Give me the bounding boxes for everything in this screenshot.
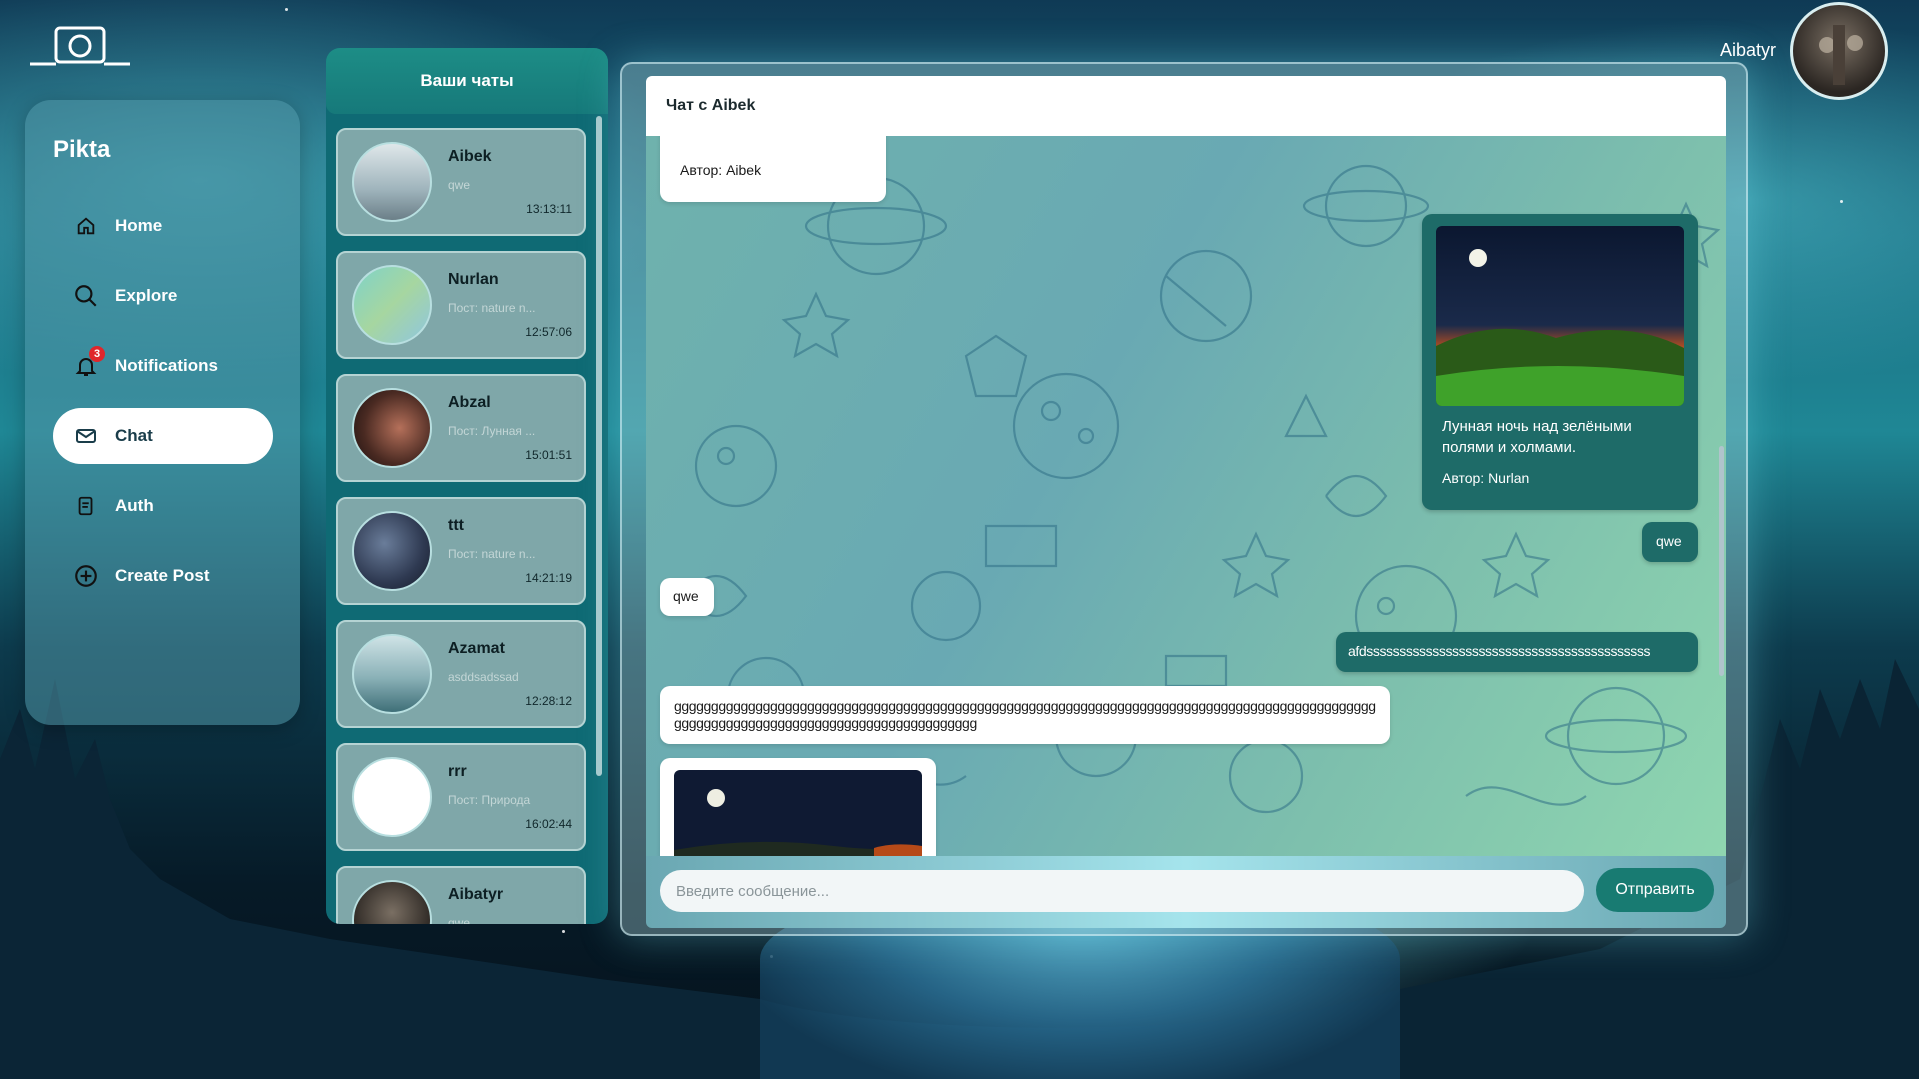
chat-time: 13:13:11 (526, 202, 572, 216)
chat-list-scrollbar[interactable] (596, 116, 602, 776)
chat-name: ttt (448, 517, 464, 534)
send-button[interactable]: Отправить (1596, 868, 1714, 912)
sidebar-item-label: Auth (115, 496, 154, 515)
sidebar-item-label: Explore (115, 286, 178, 305)
sidebar-item-explore[interactable]: Explore (53, 268, 273, 324)
chat-time: 16:02:44 (525, 817, 572, 831)
sidebar-item-label: Notifications (115, 356, 218, 375)
avatar (352, 511, 432, 591)
chat-name: Azamat (448, 640, 505, 657)
sidebar-item-label: Chat (115, 426, 153, 445)
message-input[interactable] (660, 870, 1584, 912)
sidebar-item-chat[interactable]: Chat (53, 408, 273, 464)
chat-list-item-azamat[interactable]: Azamat asddsadssad 12:28:12 (336, 620, 586, 728)
message-incoming-post[interactable] (660, 758, 936, 856)
camera-logo-icon[interactable] (28, 26, 132, 70)
document-icon (73, 493, 99, 519)
chat-name: rrr (448, 763, 467, 780)
chat-preview: Пост: nature n... (448, 547, 536, 561)
post-caption: Лунная ночь над зелёными полями и холмам… (1442, 418, 1632, 456)
sidebar-nav: Home Explore 3 Notifications Chat Auth C… (53, 198, 273, 618)
chat-window: Чат с Aibek Автор: Aibek Лунная ночь над… (620, 62, 1748, 936)
message-incoming[interactable]: gggggggggggggggggggggggggggggggggggggggg… (660, 686, 1390, 744)
message-outgoing[interactable]: qwe (1642, 522, 1698, 562)
chat-time: 14:21:19 (525, 571, 572, 585)
sidebar-item-label: Home (115, 216, 163, 235)
chat-preview: asddsadssad (448, 670, 519, 684)
chat-scrollbar[interactable] (1719, 446, 1724, 676)
post-author: Автор: Nurlan (1442, 470, 1530, 486)
message-composer: Отправить (646, 856, 1726, 928)
message-outgoing[interactable]: afdsssssssssssssssssssssssssssssssssssss… (1336, 632, 1698, 672)
sidebar-item-label: Create Post (115, 566, 210, 585)
user-avatar[interactable] (1790, 2, 1888, 100)
avatar (352, 265, 432, 345)
search-icon (73, 283, 99, 309)
chat-preview: Пост: nature n... (448, 301, 536, 315)
avatar (352, 388, 432, 468)
post-author: Автор: Aibek (680, 162, 762, 178)
message-text: gggggggggggggggggggggggggggggggggggggggg… (674, 698, 1376, 731)
chat-title: Чат с Aibek (646, 76, 1726, 136)
chat-list-item-aibatyr[interactable]: Aibatyr qwe (336, 866, 586, 924)
avatar (352, 142, 432, 222)
chat-list-item-aibek[interactable]: Aibek qwe 13:13:11 (336, 128, 586, 236)
chat-list-item-nurlan[interactable]: Nurlan Пост: nature n... 12:57:06 (336, 251, 586, 359)
chat-messages[interactable]: Автор: Aibek Лунная ночь над зелёными по… (646, 136, 1726, 856)
chat-name: Aibatyr (448, 886, 504, 903)
chat-list-item-abzal[interactable]: Abzal Пост: Лунная ... 15:01:51 (336, 374, 586, 482)
brand-title: Pikta (53, 136, 111, 163)
sidebar-item-notifications[interactable]: 3 Notifications (53, 338, 273, 394)
chat-preview: Пост: Природа (448, 793, 531, 807)
avatar (352, 757, 432, 837)
chat-preview: Пост: Лунная ... (448, 424, 536, 438)
chat-preview: qwe (448, 916, 471, 924)
chat-list: Aibek qwe 13:13:11 Nurlan Пост: nature n… (336, 128, 586, 924)
home-icon (73, 213, 99, 239)
post-image[interactable] (674, 770, 922, 856)
message-incoming-post[interactable]: Автор: Aibek (660, 136, 886, 202)
sidebar-item-create-post[interactable]: Create Post (53, 548, 273, 604)
mail-icon (73, 423, 99, 449)
chat-list-title: Ваши чаты (326, 48, 608, 114)
avatar (352, 880, 432, 924)
chat-time: 12:28:12 (525, 694, 572, 708)
sidebar-item-auth[interactable]: Auth (53, 478, 273, 534)
chat-name: Abzal (448, 394, 491, 411)
message-outgoing-post[interactable]: Лунная ночь над зелёными полями и холмам… (1422, 214, 1698, 510)
chat-time: 12:57:06 (525, 325, 572, 339)
avatar (352, 634, 432, 714)
user-name[interactable]: Aibatyr (1720, 40, 1776, 61)
message-text: qwe (673, 588, 699, 604)
sidebar: Pikta Home Explore 3 Notifications Chat (25, 100, 300, 725)
notification-badge: 3 (89, 346, 105, 362)
chat-list-item-ttt[interactable]: ttt Пост: nature n... 14:21:19 (336, 497, 586, 605)
chat-list-panel: Ваши чаты Aibek qwe 13:13:11 Nurlan Пост… (326, 48, 608, 924)
post-image[interactable] (1436, 226, 1684, 406)
message-text: afdsssssssssssssssssssssssssssssssssssss… (1348, 643, 1651, 659)
chat-name: Aibek (448, 148, 492, 165)
chat-name: Nurlan (448, 271, 499, 288)
chat-preview: qwe (448, 178, 471, 192)
chat-list-item-rrr[interactable]: rrr Пост: Природа 16:02:44 (336, 743, 586, 851)
chat-time: 15:01:51 (525, 448, 572, 462)
message-incoming[interactable]: qwe (660, 578, 714, 616)
sidebar-item-home[interactable]: Home (53, 198, 273, 254)
plus-circle-icon (73, 563, 99, 589)
message-text: qwe (1656, 533, 1682, 549)
